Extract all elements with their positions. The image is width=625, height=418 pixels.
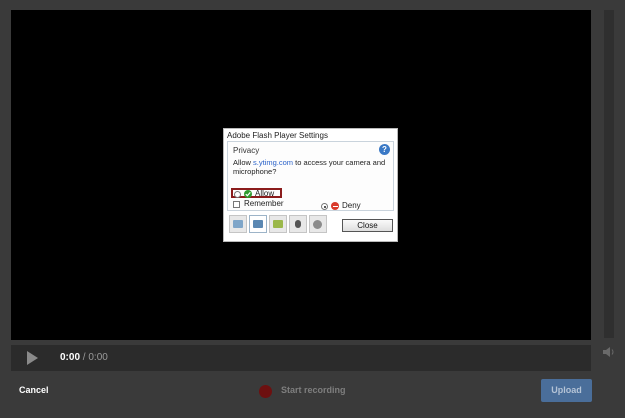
current-time: 0:00 xyxy=(60,352,81,363)
dialog-title: Adobe Flash Player Settings xyxy=(227,131,328,140)
upload-button[interactable]: Upload xyxy=(541,379,592,402)
video-preview: Adobe Flash Player Settings Privacy ? Al… xyxy=(11,10,591,340)
play-icon[interactable] xyxy=(27,351,38,365)
privacy-icon[interactable] xyxy=(249,215,267,233)
allow-radio[interactable] xyxy=(234,191,241,198)
volume-icon[interactable] xyxy=(602,345,616,359)
microphone-icon[interactable] xyxy=(289,215,307,233)
flash-settings-dialog: Adobe Flash Player Settings Privacy ? Al… xyxy=(223,128,398,242)
remember-checkbox[interactable] xyxy=(233,201,240,208)
allow-label: Allow xyxy=(255,189,275,198)
deny-radio[interactable] xyxy=(321,203,328,210)
cancel-button[interactable]: Cancel xyxy=(19,385,49,395)
start-recording-button[interactable]: Start recording xyxy=(281,385,346,395)
settings-tabs xyxy=(229,215,327,233)
panel-heading: Privacy xyxy=(233,146,260,155)
time-separator: / xyxy=(82,352,86,363)
camera-icon[interactable] xyxy=(309,215,327,233)
player-controls: 0:00 / 0:00 xyxy=(11,345,591,371)
storage-icon[interactable] xyxy=(269,215,287,233)
privacy-panel: Privacy ? Allow s.ytimg.com to access yo… xyxy=(227,141,394,211)
help-icon[interactable]: ? xyxy=(379,144,390,155)
deny-icon xyxy=(331,202,339,210)
check-icon xyxy=(244,190,252,198)
close-button[interactable]: Close xyxy=(342,219,393,232)
deny-label: Deny xyxy=(342,201,361,210)
record-icon[interactable] xyxy=(259,385,272,398)
allow-option[interactable]: Allow xyxy=(231,188,282,198)
remember-label: Remember xyxy=(244,199,284,208)
question-prefix: Allow xyxy=(233,158,254,167)
total-time: 0:00 xyxy=(88,352,108,363)
time-display: 0:00 / 0:00 xyxy=(60,352,108,363)
scrollbar[interactable] xyxy=(604,10,614,338)
display-icon[interactable] xyxy=(229,215,247,233)
requesting-domain: s.ytimg.com xyxy=(253,158,294,167)
permission-question: Allow s.ytimg.com to access your camera … xyxy=(233,158,389,176)
